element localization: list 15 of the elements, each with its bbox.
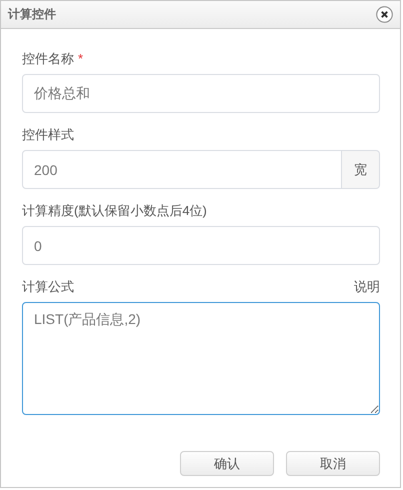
field-label: 计算公式 [22,279,74,294]
required-mark: * [78,51,84,66]
cancel-button[interactable]: 取消 [286,451,380,476]
field-label: 控件样式 [22,127,74,142]
field-label: 计算精度(默认保留小数点后4位) [22,203,207,218]
help-link[interactable]: 说明 [354,278,380,296]
input-field[interactable]: 200 [22,150,342,189]
confirm-button[interactable]: 确认 [180,451,274,476]
formula-field[interactable]: LIST(产品信息,2) [22,302,380,415]
input-field[interactable]: 价格总和 [22,74,380,113]
close-icon[interactable] [376,6,393,23]
unit-addon: 宽 [342,150,380,189]
input-field[interactable]: 0 [22,226,380,265]
dialog-title: 计算控件 [8,6,56,23]
field-label: 控件名称 [22,51,74,66]
